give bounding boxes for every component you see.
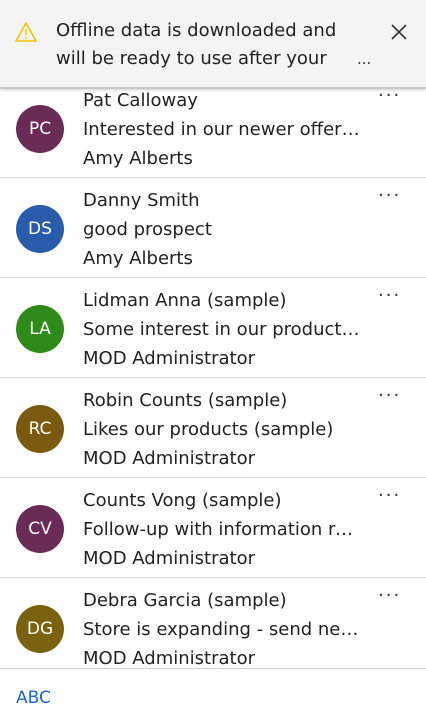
contact-owner: Amy Alberts	[83, 248, 193, 269]
contact-owner: MOD Administrator	[83, 348, 255, 369]
more-options-icon[interactable]: ···	[378, 87, 406, 110]
contact-description: good prospect	[83, 219, 212, 240]
avatar: LA	[16, 305, 64, 353]
contact-description: Likes our products (sample)	[83, 419, 334, 440]
warning-icon	[15, 22, 37, 42]
more-options-icon[interactable]: ···	[378, 487, 406, 510]
contact-description: Store is expanding - send new...	[83, 619, 363, 640]
list-item[interactable]: DG Debra Garcia (sample) Store is expand…	[0, 578, 426, 678]
avatar: DS	[16, 205, 64, 253]
list-item[interactable]: DS Danny Smith good prospect Amy Alberts…	[0, 178, 426, 278]
more-options-icon[interactable]: ···	[378, 187, 406, 210]
more-options-icon[interactable]: ···	[378, 387, 406, 410]
offline-notification-banner: Offline data is downloaded and will be r…	[0, 0, 426, 89]
avatar: RC	[16, 405, 64, 453]
avatar: PC	[16, 105, 64, 153]
contact-name: Pat Calloway	[83, 90, 198, 111]
contact-owner: Amy Alberts	[83, 148, 193, 169]
contact-owner: MOD Administrator	[83, 548, 255, 569]
more-options-icon[interactable]: ···	[378, 587, 406, 610]
banner-message: Offline data is downloaded and will be r…	[56, 20, 337, 69]
contact-name: Robin Counts (sample)	[83, 390, 288, 411]
contact-name: Danny Smith	[83, 190, 200, 211]
avatar: DG	[16, 605, 64, 653]
abc-jump-link[interactable]: ABC	[16, 688, 51, 708]
alphabet-footer: ABC	[0, 668, 426, 722]
contact-owner: MOD Administrator	[83, 448, 255, 469]
contact-description: Follow-up with information re...	[83, 519, 363, 540]
list-item[interactable]: LA Lidman Anna (sample) Some interest in…	[0, 278, 426, 378]
avatar: CV	[16, 505, 64, 553]
contact-description: Some interest in our products ...	[83, 319, 363, 340]
banner-more-ellipsis: ...	[357, 50, 372, 68]
list-item[interactable]: RC Robin Counts (sample) Likes our produ…	[0, 378, 426, 478]
contact-name: Lidman Anna (sample)	[83, 290, 287, 311]
more-options-icon[interactable]: ···	[378, 287, 406, 310]
list-item[interactable]: PC Pat Calloway Interested in our newer …	[0, 78, 426, 178]
list-item[interactable]: CV Counts Vong (sample) Follow-up with i…	[0, 478, 426, 578]
contact-description: Interested in our newer offerin...	[83, 119, 363, 140]
contact-name: Counts Vong (sample)	[83, 490, 282, 511]
contact-name: Debra Garcia (sample)	[83, 590, 287, 611]
close-icon[interactable]	[389, 22, 409, 42]
